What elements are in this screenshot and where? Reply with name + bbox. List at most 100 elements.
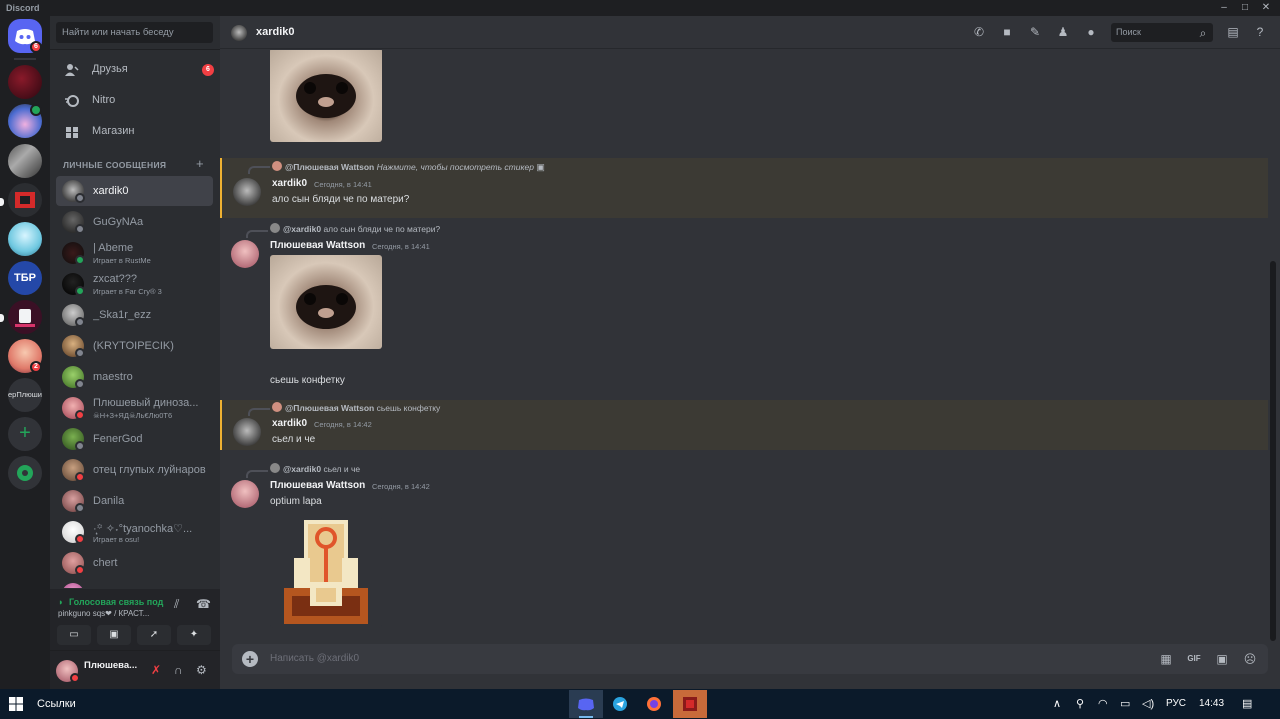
dm-item[interactable]: zxcat??? Играет в Far Cry® 3 bbox=[56, 269, 213, 299]
reply-preview[interactable]: @Плюшевая Wattson Нажмите, чтобы посмотр… bbox=[272, 161, 545, 173]
author-avatar[interactable] bbox=[233, 178, 261, 206]
server-icon[interactable] bbox=[8, 300, 42, 334]
settings-gear-icon[interactable]: ⚙ bbox=[196, 663, 207, 677]
dm-item[interactable]: maestro bbox=[56, 362, 213, 392]
voice-channel[interactable]: pinkguno sqs❤ / КРАСТ... bbox=[58, 609, 149, 618]
dm-item[interactable]: chert bbox=[56, 548, 213, 578]
noise-suppression-icon[interactable]: ⫽ bbox=[174, 597, 179, 612]
dm-item[interactable]: Плюшевый диноза... ☠Н+З+ЯД☠Ль€Лю0Т6 bbox=[56, 393, 213, 423]
nav-shop[interactable]: Магазин bbox=[56, 118, 213, 146]
dm-item[interactable]: отец глупых луйнаров bbox=[56, 455, 213, 485]
voice-call-icon[interactable]: ✆ bbox=[971, 24, 987, 40]
server-icon[interactable] bbox=[8, 183, 42, 217]
taskbar-firefox-app[interactable] bbox=[637, 690, 671, 718]
inbox-icon[interactable]: ▤ bbox=[1225, 24, 1241, 40]
taskbar-discord-app[interactable] bbox=[569, 690, 603, 718]
hedgehog-sticker[interactable] bbox=[270, 50, 382, 142]
create-dm-icon[interactable]: + bbox=[196, 156, 204, 171]
user-profile-icon[interactable]: ● bbox=[1083, 24, 1099, 40]
mic-icon[interactable]: ⚲ bbox=[1076, 697, 1084, 710]
windows-start-icon[interactable] bbox=[9, 697, 23, 711]
user-name[interactable]: Плюшева... bbox=[84, 660, 137, 671]
pin-icon[interactable]: ✎ bbox=[1027, 24, 1043, 40]
tray-chevron-icon[interactable]: ∧ bbox=[1053, 697, 1061, 710]
dm-item[interactable]: _Ska1r_ezz bbox=[56, 300, 213, 330]
message[interactable]: @xardik0 сьел и че Плюшевая Wattson Сего… bbox=[220, 460, 1268, 644]
explore-servers-icon[interactable] bbox=[8, 456, 42, 490]
dm-search-input[interactable]: Найти или начать беседу bbox=[56, 22, 213, 43]
nav-nitro[interactable]: Nitro bbox=[56, 87, 213, 115]
taskbar-search-label[interactable]: Ссылки bbox=[37, 698, 76, 710]
server-icon[interactable] bbox=[8, 222, 42, 256]
server-icon[interactable]: ТБР bbox=[8, 261, 42, 295]
dm-name: maestro bbox=[93, 371, 133, 383]
dm-name: _Ska1r_ezz bbox=[93, 309, 152, 321]
firefox-icon bbox=[647, 697, 661, 711]
dm-item[interactable]: FenerGod bbox=[56, 424, 213, 454]
camera-off-button[interactable]: ▭ bbox=[57, 625, 91, 645]
add-friend-icon[interactable]: ♟ bbox=[1055, 24, 1071, 40]
message[interactable]: @xardik0 ало сын бляди че по матери? Плю… bbox=[220, 220, 1268, 400]
author-avatar[interactable] bbox=[231, 480, 259, 508]
add-server-icon[interactable]: + bbox=[8, 417, 42, 451]
volume-icon[interactable]: ◁) bbox=[1142, 697, 1154, 710]
reply-preview[interactable]: @xardik0 ало сын бляди че по матери? bbox=[270, 223, 440, 234]
message-author[interactable]: xardik0 bbox=[272, 418, 307, 429]
wifi-icon[interactable]: ◠ bbox=[1098, 697, 1108, 710]
reply-author: @Плюшевая Wattson bbox=[285, 162, 375, 172]
message-author[interactable]: xardik0 bbox=[272, 178, 307, 189]
author-avatar[interactable] bbox=[233, 418, 261, 446]
maximize-button[interactable]: □ bbox=[1238, 1, 1252, 15]
message-author[interactable]: Плюшевая Wattson bbox=[270, 240, 365, 251]
server-icon[interactable]: ерПлюши bbox=[8, 378, 42, 412]
taskbar-game-app[interactable] bbox=[673, 690, 707, 718]
telegram-icon bbox=[613, 697, 627, 711]
dm-item[interactable]: (KRYTOIPECIK) bbox=[56, 331, 213, 361]
message-highlighted[interactable]: @Плюшевая Wattson Нажмите, чтобы посмотр… bbox=[220, 158, 1268, 218]
server-icon[interactable] bbox=[8, 144, 42, 178]
taskbar-telegram-app[interactable] bbox=[603, 690, 637, 718]
video-call-icon[interactable]: ■ bbox=[999, 24, 1015, 40]
pixel-art-sticker[interactable] bbox=[270, 516, 382, 628]
battery-icon[interactable]: ▭ bbox=[1120, 697, 1130, 710]
dm-item-xardik0[interactable]: xardik0 bbox=[56, 176, 213, 206]
hedgehog-sticker[interactable] bbox=[270, 255, 382, 349]
dm-item[interactable]: ○○○○○○ bbox=[56, 579, 213, 588]
notifications-icon[interactable]: ▤ bbox=[1242, 697, 1252, 710]
author-avatar[interactable] bbox=[231, 240, 259, 268]
signal-icon: ◗ bbox=[58, 597, 64, 607]
soundboard-button[interactable]: ✦ bbox=[177, 625, 211, 645]
gif-icon[interactable]: GIF bbox=[1186, 651, 1202, 667]
dm-list: xardik0 GuGyNAa | Abeme Играет в RustMe … bbox=[56, 176, 213, 588]
dm-item[interactable]: Danila bbox=[56, 486, 213, 516]
scrollbar[interactable] bbox=[1270, 261, 1276, 641]
help-icon[interactable]: ? bbox=[1252, 24, 1268, 40]
voice-status: Голосовая связь под bbox=[69, 597, 164, 607]
emoji-icon[interactable]: ☹ bbox=[1242, 651, 1258, 667]
headphones-icon[interactable]: ∩ bbox=[174, 663, 183, 677]
reply-text: Нажмите, чтобы посмотреть стикер bbox=[376, 162, 534, 172]
message-composer[interactable]: + Написать @xardik0 ▦ GIF ▣ ☹ bbox=[232, 644, 1268, 674]
reply-preview[interactable]: @Плюшевая Wattson сьешь конфетку bbox=[272, 402, 440, 413]
server-icon[interactable] bbox=[8, 65, 42, 99]
attach-plus-icon[interactable]: + bbox=[242, 651, 258, 667]
nav-friends[interactable]: Друзья 6 bbox=[56, 56, 214, 84]
message-highlighted[interactable]: @Плюшевая Wattson сьешь конфетку xardik0… bbox=[220, 400, 1268, 450]
mute-icon[interactable]: ✗ bbox=[151, 663, 161, 677]
dm-item[interactable]: ·̩͙꙳ ✧˖°tyanochka♡... Играет в osu! bbox=[56, 517, 213, 547]
dm-activity: Играет в Far Cry® 3 bbox=[93, 287, 162, 296]
activity-button[interactable]: ➚ bbox=[137, 625, 171, 645]
disconnect-icon[interactable]: ☎ bbox=[196, 597, 211, 611]
reply-preview[interactable]: @xardik0 сьел и че bbox=[270, 463, 360, 474]
sticker-icon[interactable]: ▣ bbox=[1214, 651, 1230, 667]
share-screen-button[interactable]: ▣ bbox=[97, 625, 131, 645]
composer-placeholder[interactable]: Написать @xardik0 bbox=[270, 653, 359, 664]
message-author[interactable]: Плюшевая Wattson bbox=[270, 480, 365, 491]
dm-item[interactable]: | Abeme Играет в RustMe bbox=[56, 238, 213, 268]
gift-icon[interactable]: ▦ bbox=[1158, 651, 1174, 667]
taskbar-clock[interactable]: 14:43 bbox=[1199, 698, 1224, 709]
language-indicator[interactable]: РУС bbox=[1166, 698, 1186, 709]
minimize-button[interactable]: – bbox=[1217, 1, 1231, 15]
close-button[interactable]: ✕ bbox=[1259, 1, 1273, 15]
dm-item[interactable]: GuGyNAa bbox=[56, 207, 213, 237]
